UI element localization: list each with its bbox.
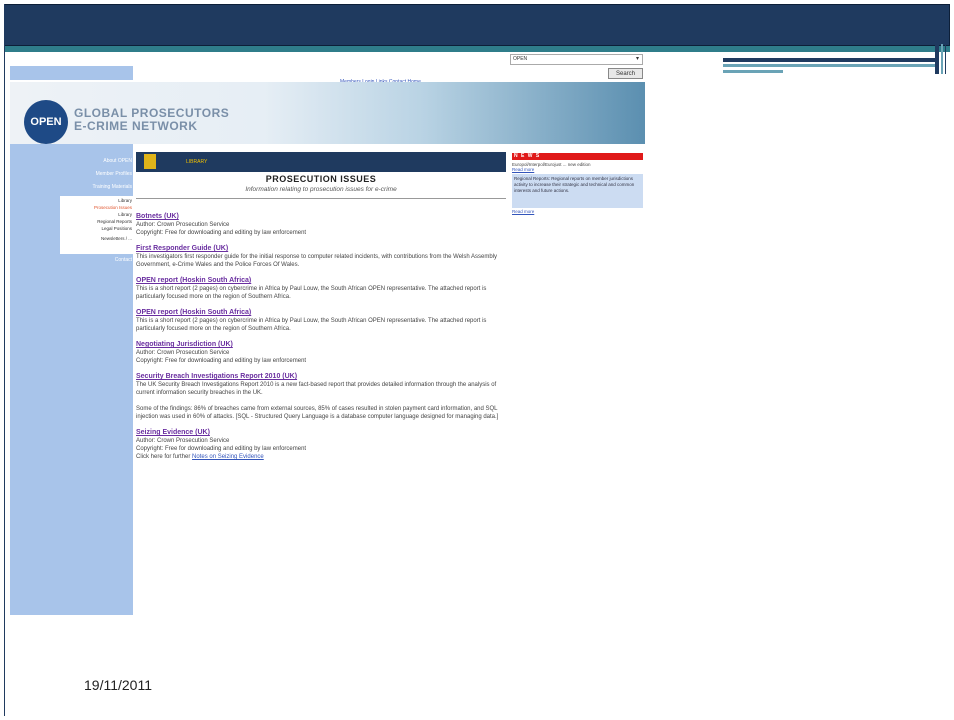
- article-body: Author: Crown Prosecution Service Copyri…: [136, 350, 307, 364]
- article-item: Botnets (UK) Author: Crown Prosecution S…: [136, 212, 506, 237]
- nav-item-legal-positions[interactable]: Legal Positions: [62, 226, 132, 231]
- site-search-button[interactable]: Search: [608, 68, 643, 79]
- article-title-link[interactable]: Seizing Evidence (UK): [136, 428, 506, 437]
- library-section-label: LIBRARY: [186, 159, 208, 165]
- article-list: Botnets (UK) Author: Crown Prosecution S…: [136, 212, 506, 468]
- article-item: OPEN report (Hoskin South Africa) This i…: [136, 276, 506, 301]
- news-panel: N E W S Europol/Interpol/Eurojust ... ne…: [512, 153, 643, 214]
- website-screenshot: OPEN ▾ Search Members Login Links Contac…: [10, 54, 645, 615]
- site-search-select-value: OPEN: [513, 56, 528, 62]
- library-icon: [144, 154, 156, 169]
- article-body: This is a short report (2 pages) on cybe…: [136, 318, 487, 332]
- nav-item-training[interactable]: Training Materials: [60, 184, 132, 190]
- article-body: Author: Crown Prosecution Service Copyri…: [136, 222, 307, 236]
- article-item: OPEN report (Hoskin South Africa) This i…: [136, 308, 506, 333]
- nav-item-library[interactable]: Library: [62, 198, 132, 203]
- news-read-more-link[interactable]: Read more: [512, 167, 643, 172]
- site-logo-text: GLOBAL PROSECUTORS E-CRIME NETWORK: [74, 107, 229, 133]
- news-highlight-box: Regional Reports: Regional reports on me…: [512, 174, 643, 208]
- article-item: Seizing Evidence (UK) Author: Crown Pros…: [136, 428, 506, 461]
- article-title-link[interactable]: Botnets (UK): [136, 212, 506, 221]
- nav-item-member-profiles[interactable]: Member Profiles: [60, 171, 132, 177]
- site-search-select[interactable]: OPEN ▾: [510, 54, 643, 65]
- article-body: The UK Security Breach Investigations Re…: [136, 382, 499, 420]
- nav-item-regional-reports[interactable]: Regional Reports: [62, 219, 132, 224]
- news-read-more-link[interactable]: Read more: [512, 209, 643, 214]
- article-title-link[interactable]: Negotiating Jurisdiction (UK): [136, 340, 506, 349]
- logo-text-line2: E-CRIME NETWORK: [74, 119, 198, 133]
- page-subtitle: Information relating to prosecution issu…: [245, 186, 397, 193]
- nav-item-newsletters[interactable]: Newsletters / ...: [62, 236, 132, 241]
- article-title-link[interactable]: OPEN report (Hoskin South Africa): [136, 276, 506, 285]
- article-title-link[interactable]: OPEN report (Hoskin South Africa): [136, 308, 506, 317]
- slide-title-bar: [4, 4, 950, 46]
- page-title: PROSECUTION ISSUES: [265, 174, 377, 184]
- chevron-down-icon: ▾: [635, 56, 639, 62]
- nav-item-about[interactable]: About OPEN: [60, 158, 132, 164]
- article-body: This is a short report (2 pages) on cybe…: [136, 286, 487, 300]
- nav-item-library-2[interactable]: Library: [62, 212, 132, 217]
- article-title-link[interactable]: Security Breach Investigations Report 20…: [136, 372, 506, 381]
- article-item: Negotiating Jurisdiction (UK) Author: Cr…: [136, 340, 506, 365]
- notes-seizing-evidence-link[interactable]: Notes on Seizing Evidence: [192, 454, 264, 460]
- news-header: N E W S: [512, 153, 643, 160]
- title-divider: [136, 198, 506, 199]
- article-item: First Responder Guide (UK) This investig…: [136, 244, 506, 269]
- slide-date: 19/11/2011: [84, 677, 152, 693]
- article-body: This investigators first responder guide…: [136, 254, 498, 268]
- article-item: Security Breach Investigations Report 20…: [136, 372, 506, 421]
- article-title-link[interactable]: First Responder Guide (UK): [136, 244, 506, 253]
- nav-item-contact[interactable]: Contact: [60, 257, 132, 263]
- slide-decoration: [723, 44, 953, 80]
- open-logo[interactable]: OPEN: [24, 100, 68, 144]
- nav-item-prosecution-issues[interactable]: Prosecution Issues: [62, 205, 132, 210]
- article-body-wrap: Author: Crown Prosecution Service Copyri…: [136, 437, 506, 461]
- site-left-header-strip: [10, 66, 133, 80]
